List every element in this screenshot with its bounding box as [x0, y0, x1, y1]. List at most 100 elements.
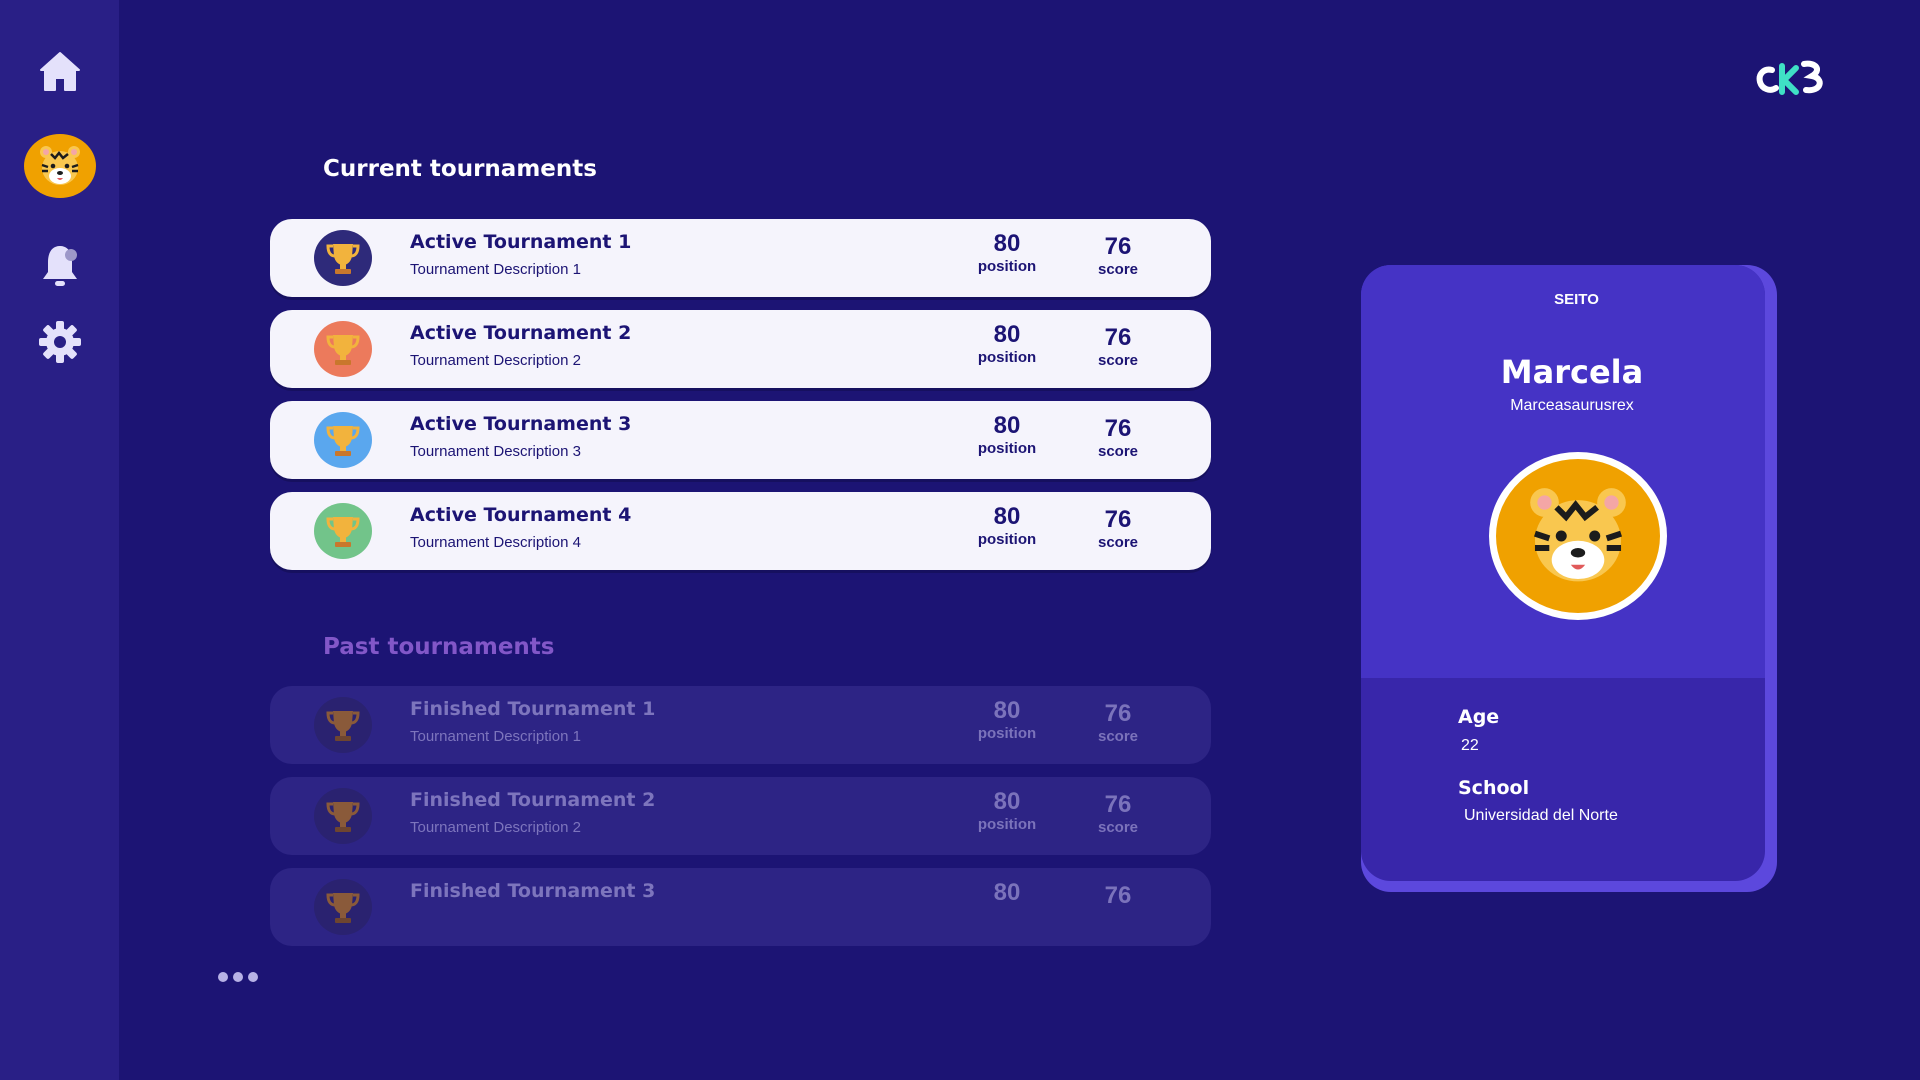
trophy-badge	[314, 321, 372, 377]
score-stat: 76	[1073, 883, 1163, 909]
sidebar	[0, 0, 119, 1080]
profile-name: Marcela	[1500, 353, 1644, 391]
score-stat: 76 score	[1073, 416, 1163, 462]
home-button[interactable]	[20, 32, 100, 112]
score-label: score	[1097, 534, 1139, 551]
ckb-logo	[1756, 60, 1823, 95]
profile-card: SEITO Marcela Marceasaurusrex Age 22 Sch…	[1361, 265, 1765, 881]
trophy-icon	[326, 244, 360, 274]
score-value: 76	[1104, 700, 1132, 727]
position-value: 80	[993, 321, 1021, 348]
profile-handle: Marceasaurusrex	[1510, 397, 1634, 414]
tournament-description: Tournament Description 2	[410, 819, 581, 836]
tournament-name: Active Tournament 1	[410, 231, 632, 253]
tournament-name: Active Tournament 3	[410, 413, 632, 435]
tournament-description: Tournament Description 4	[410, 534, 581, 551]
position-stat: 80 position	[962, 231, 1052, 277]
past-tournaments-title: Past tournaments	[323, 634, 555, 660]
score-stat: 76 score	[1073, 507, 1163, 553]
score-value: 76	[1104, 506, 1132, 533]
past-tournament-row[interactable]: Finished Tournament 1 Tournament Descript…	[270, 686, 1211, 764]
tournament-name: Active Tournament 4	[410, 504, 632, 526]
position-value: 80	[993, 230, 1021, 257]
past-tournament-row[interactable]: Finished Tournament 2 Tournament Descript…	[270, 777, 1211, 855]
tournament-name: Active Tournament 2	[410, 322, 632, 344]
score-value: 76	[1104, 882, 1132, 909]
gear-icon	[39, 321, 81, 363]
settings-button[interactable]	[20, 302, 100, 382]
trophy-badge	[314, 503, 372, 559]
past-tournament-row[interactable]: Finished Tournament 3 80 76	[270, 868, 1211, 946]
trophy-badge	[314, 697, 372, 753]
trophy-badge	[314, 412, 372, 468]
position-label: position	[977, 349, 1037, 366]
tournament-name: Finished Tournament 1	[410, 698, 656, 720]
score-stat: 76 score	[1073, 234, 1163, 280]
trophy-icon	[326, 711, 360, 741]
more-options-button[interactable]	[218, 972, 258, 982]
bell-icon	[43, 246, 77, 286]
trophy-icon	[326, 802, 360, 832]
current-tournament-row[interactable]: Active Tournament 1 Tournament Descriptio…	[270, 219, 1211, 297]
position-stat: 80 position	[962, 322, 1052, 368]
tournament-name: Finished Tournament 3	[410, 880, 656, 902]
trophy-icon	[326, 335, 360, 365]
score-label: score	[1097, 352, 1139, 369]
profile-avatar-button[interactable]	[24, 134, 96, 198]
tiger-avatar-icon	[40, 146, 80, 185]
score-value: 76	[1104, 233, 1132, 260]
position-stat: 80 position	[962, 504, 1052, 550]
tiger-avatar-icon	[1530, 488, 1626, 582]
trophy-icon	[326, 517, 360, 547]
position-value: 80	[993, 412, 1021, 439]
score-label: score	[1097, 819, 1139, 836]
dot	[233, 972, 243, 982]
score-label: score	[1097, 728, 1139, 745]
position-label: position	[977, 258, 1037, 275]
trophy-badge	[314, 230, 372, 286]
score-stat: 76 score	[1073, 325, 1163, 371]
tournament-description: Tournament Description 1	[410, 728, 581, 745]
home-icon	[40, 52, 80, 91]
score-stat: 76 score	[1073, 792, 1163, 838]
position-label: position	[977, 440, 1037, 457]
position-stat: 80 position	[962, 698, 1052, 744]
score-label: score	[1097, 443, 1139, 460]
notifications-button[interactable]	[20, 226, 100, 306]
position-value: 80	[993, 879, 1021, 906]
position-stat: 80	[962, 880, 1052, 906]
position-stat: 80 position	[962, 789, 1052, 835]
position-label: position	[977, 816, 1037, 833]
age-label: Age	[1458, 706, 1500, 728]
tournament-description: Tournament Description 3	[410, 443, 581, 460]
app-logo[interactable]	[1752, 56, 1828, 100]
position-value: 80	[993, 503, 1021, 530]
trophy-icon	[326, 893, 360, 923]
dot	[248, 972, 258, 982]
school-value: Universidad del Norte	[1464, 807, 1618, 824]
position-label: position	[977, 725, 1037, 742]
position-value: 80	[993, 788, 1021, 815]
trophy-badge	[314, 879, 372, 935]
score-stat: 76 score	[1073, 701, 1163, 747]
position-value: 80	[993, 697, 1021, 724]
tournament-description: Tournament Description 2	[410, 352, 581, 369]
current-tournaments-title: Current tournaments	[323, 156, 597, 182]
score-label: score	[1097, 261, 1139, 278]
score-value: 76	[1104, 324, 1132, 351]
score-value: 76	[1104, 415, 1132, 442]
tournament-description: Tournament Description 1	[410, 261, 581, 278]
age-value: 22	[1461, 737, 1479, 754]
school-label: School	[1458, 777, 1530, 799]
profile-avatar	[1489, 452, 1667, 620]
trophy-badge	[314, 788, 372, 844]
current-tournament-row[interactable]: Active Tournament 4 Tournament Descriptio…	[270, 492, 1211, 570]
position-label: position	[977, 531, 1037, 548]
current-tournament-row[interactable]: Active Tournament 3 Tournament Descriptio…	[270, 401, 1211, 479]
position-stat: 80 position	[962, 413, 1052, 459]
dot	[218, 972, 228, 982]
score-value: 76	[1104, 791, 1132, 818]
rank-label: SEITO	[1554, 291, 1599, 308]
tournament-name: Finished Tournament 2	[410, 789, 656, 811]
current-tournament-row[interactable]: Active Tournament 2 Tournament Descriptio…	[270, 310, 1211, 388]
